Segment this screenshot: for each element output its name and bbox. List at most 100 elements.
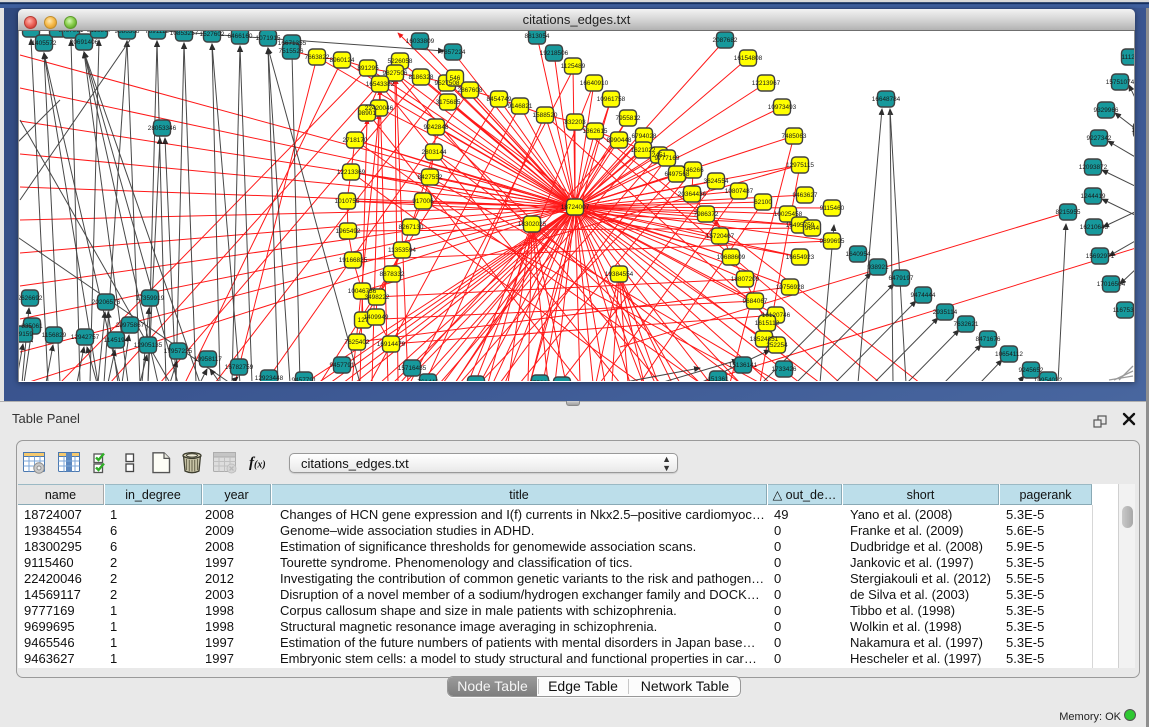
svg-text:2626692: 2626692 xyxy=(19,295,43,302)
svg-text:9474444: 9474444 xyxy=(911,292,936,299)
svg-text:8471676: 8471676 xyxy=(976,336,1001,343)
svg-text:18807209: 18807209 xyxy=(731,276,760,283)
svg-text:9115367: 9115367 xyxy=(87,31,112,34)
svg-text:18724007: 18724007 xyxy=(561,204,590,211)
svg-text:1244419: 1244419 xyxy=(1081,193,1106,200)
svg-text:1145194: 1145194 xyxy=(104,337,129,344)
svg-text:62100: 62100 xyxy=(754,199,772,206)
svg-text:12093872: 12093872 xyxy=(1079,164,1108,171)
svg-text:10954022: 10954022 xyxy=(1034,377,1063,381)
svg-text:1640954: 1640954 xyxy=(846,251,871,258)
svg-text:9457791: 9457791 xyxy=(292,377,317,381)
svg-text:28053346: 28053346 xyxy=(148,125,177,132)
svg-text:16782759: 16782759 xyxy=(225,364,254,371)
svg-text:2867608: 2867608 xyxy=(458,87,483,94)
svg-text:12923448: 12923448 xyxy=(255,375,284,381)
svg-text:11353594: 11353594 xyxy=(388,247,416,254)
svg-text:19218506: 19218506 xyxy=(540,50,569,57)
svg-text:546: 546 xyxy=(450,75,461,82)
svg-text:16543382: 16543382 xyxy=(366,81,395,88)
svg-text:1156829: 1156829 xyxy=(42,332,67,339)
svg-text:8186328: 8186328 xyxy=(409,74,434,81)
svg-text:18302025: 18302025 xyxy=(518,221,547,228)
svg-text:10756928: 10756928 xyxy=(776,284,805,291)
svg-text:1405572: 1405572 xyxy=(32,40,57,47)
svg-text:5226058: 5226058 xyxy=(388,58,413,65)
svg-text:15716485: 15716485 xyxy=(398,365,427,372)
svg-text:835061: 835061 xyxy=(21,323,43,330)
svg-text:7663822: 7663822 xyxy=(305,54,330,61)
svg-text:1362615: 1362615 xyxy=(583,128,608,135)
svg-text:20364436: 20364436 xyxy=(678,191,707,198)
svg-text:6479197: 6479197 xyxy=(889,275,914,282)
svg-text:3175685: 3175685 xyxy=(436,99,461,106)
svg-text:16033809: 16033809 xyxy=(406,38,435,45)
svg-text:151361: 151361 xyxy=(707,376,729,381)
svg-text:9827506: 9827506 xyxy=(383,70,408,77)
svg-text:761446: 761446 xyxy=(417,379,439,381)
svg-text:1615112: 1615112 xyxy=(755,320,780,327)
svg-text:9886308: 9886308 xyxy=(115,31,140,35)
svg-text:17016504: 17016504 xyxy=(1097,281,1126,288)
svg-text:938921: 938921 xyxy=(867,264,889,271)
svg-text:12975115: 12975115 xyxy=(786,162,814,169)
svg-text:120105: 120105 xyxy=(1131,127,1134,134)
svg-text:252254: 252254 xyxy=(766,342,788,349)
svg-text:15751074: 15751074 xyxy=(1106,79,1134,86)
svg-text:16671355: 16671355 xyxy=(278,40,307,47)
svg-text:9115460: 9115460 xyxy=(820,205,845,212)
svg-text:16154808: 16154808 xyxy=(734,55,763,62)
svg-text:20206576: 20206576 xyxy=(92,299,121,306)
svg-text:12942757: 12942757 xyxy=(71,334,100,341)
svg-text:6794028: 6794028 xyxy=(632,133,657,140)
svg-text:9329966: 9329966 xyxy=(1094,107,1119,114)
svg-text:8427552: 8427552 xyxy=(418,174,443,181)
svg-text:832203: 832203 xyxy=(564,119,586,126)
svg-text:7515526: 7515526 xyxy=(279,48,304,55)
svg-text:16654923: 16654923 xyxy=(786,254,815,261)
svg-text:15692971: 15692971 xyxy=(1086,253,1115,260)
svg-text:39159: 39159 xyxy=(19,331,33,338)
svg-text:746266: 746266 xyxy=(682,167,704,174)
svg-text:10853257: 10853257 xyxy=(170,31,199,37)
svg-text:9242848: 9242848 xyxy=(424,124,449,131)
svg-text:16914479: 16914479 xyxy=(377,341,406,348)
svg-text:2935114: 2935114 xyxy=(933,309,958,316)
svg-text:8960124: 8960124 xyxy=(330,57,355,64)
svg-text:1125489: 1125489 xyxy=(561,63,586,70)
svg-text:8454749: 8454749 xyxy=(487,96,512,103)
svg-text:9227342: 9227342 xyxy=(1087,135,1112,142)
svg-text:9457791: 9457791 xyxy=(330,362,355,369)
svg-text:9777169: 9777169 xyxy=(655,155,680,162)
svg-text:16648784: 16648784 xyxy=(872,96,901,103)
svg-text:10025458: 10025458 xyxy=(774,211,803,218)
svg-text:7955812: 7955812 xyxy=(616,115,641,122)
svg-text:8467931: 8467931 xyxy=(59,31,84,34)
svg-text:1965492: 1965492 xyxy=(336,228,361,235)
svg-text:3498222: 3498222 xyxy=(365,294,390,301)
svg-text:12213369: 12213369 xyxy=(337,169,366,176)
svg-text:15136141: 15136141 xyxy=(729,362,758,369)
svg-text:15720407: 15720407 xyxy=(706,233,735,240)
svg-text:8813054: 8813054 xyxy=(525,33,550,40)
svg-text:1527602: 1527602 xyxy=(200,31,225,38)
svg-text:8215955: 8215955 xyxy=(1056,209,1081,216)
svg-text:917006: 917006 xyxy=(412,198,434,205)
svg-text:10973493: 10973493 xyxy=(768,104,797,111)
svg-text:1010755: 1010755 xyxy=(335,198,360,205)
svg-text:17957225: 17957225 xyxy=(164,348,193,355)
svg-text:10688609: 10688609 xyxy=(717,254,746,261)
svg-text:16640910: 16640910 xyxy=(580,80,609,87)
svg-text:1409949: 1409949 xyxy=(364,314,389,321)
svg-text:2087682: 2087682 xyxy=(713,37,738,44)
svg-text:10654112: 10654112 xyxy=(995,351,1023,358)
svg-text:17359919: 17359919 xyxy=(136,295,165,302)
svg-text:9245652: 9245652 xyxy=(1019,367,1044,374)
svg-text:9684067: 9684067 xyxy=(743,298,768,305)
svg-text:19166825: 19166825 xyxy=(339,257,368,264)
svg-text:11123: 11123 xyxy=(1122,54,1134,61)
svg-text:7857224: 7857224 xyxy=(441,49,466,56)
svg-text:7632621: 7632621 xyxy=(954,321,979,328)
svg-text:1733426: 1733426 xyxy=(772,366,797,373)
svg-text:19384554: 19384554 xyxy=(605,271,634,278)
